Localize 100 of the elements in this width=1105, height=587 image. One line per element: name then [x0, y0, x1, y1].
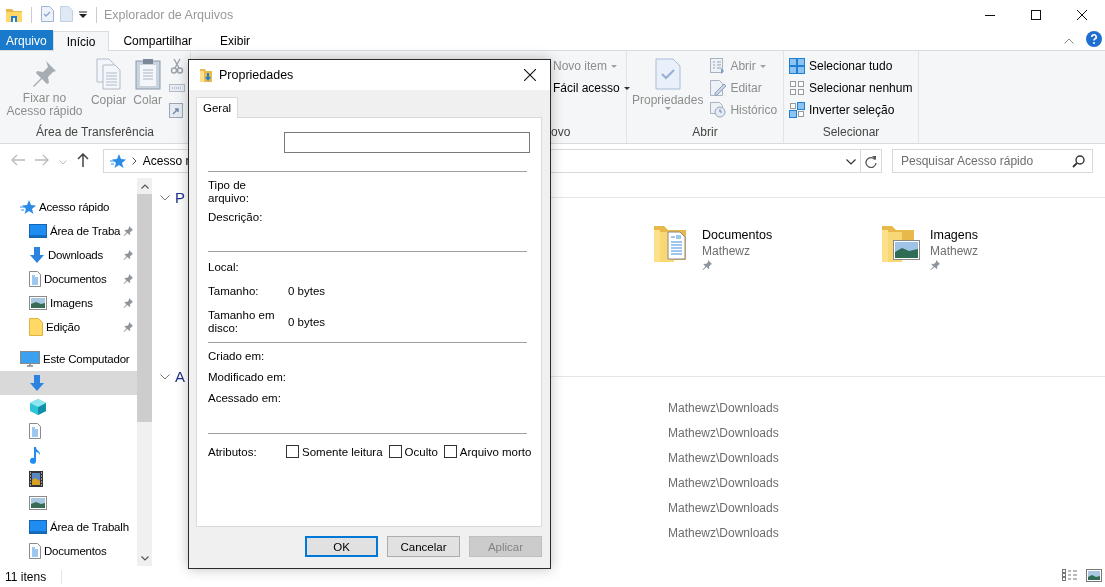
refresh-button[interactable]: [861, 149, 882, 173]
document-check-icon: [654, 58, 681, 90]
section-heading: A: [175, 367, 185, 385]
down-arrow-icon: [29, 247, 45, 263]
tree-item[interactable]: Downloads: [0, 243, 137, 267]
ribbon-button[interactable]: Fácil acesso: [551, 78, 632, 98]
close-icon: [524, 69, 536, 81]
file-location: Mathewz\Downloads: [668, 526, 779, 540]
field-label: Tamanho:: [208, 285, 260, 298]
monitor-icon: [29, 520, 47, 534]
right-arrow-icon: [35, 153, 49, 166]
caret-icon: [79, 11, 87, 19]
file-location: Mathewz\Downloads: [668, 426, 779, 440]
document-icon: [29, 423, 41, 439]
folder-owner: Mathewz: [702, 244, 752, 258]
file-location: Mathewz\Downloads: [668, 451, 779, 465]
properties-button[interactable]: [41, 5, 54, 25]
group-label: Área de Transferência: [34, 125, 156, 141]
checkbox[interactable]: [443, 445, 457, 458]
chevron-down-icon: [59, 160, 67, 165]
grid-icon: [789, 102, 805, 118]
file-location: Mathewz\Downloads: [668, 401, 779, 415]
computer-icon: [20, 351, 40, 367]
folder-icon: [29, 318, 43, 336]
help-button[interactable]: [1086, 30, 1102, 50]
down-arrow-icon: [29, 375, 45, 391]
dialog-tab[interactable]: Geral: [196, 97, 239, 118]
folder-icon: [200, 68, 212, 82]
picture-icon: [1086, 568, 1102, 582]
file-location: Mathewz\Downloads: [668, 476, 779, 490]
checkbox-label[interactable]: Arquivo morto: [459, 445, 532, 458]
document-icon: [29, 543, 41, 559]
field-label: Local:: [208, 261, 240, 274]
scrollbar-thumb[interactable]: [137, 194, 152, 422]
document-check-icon: [41, 5, 54, 22]
checkbox-label[interactable]: Somente leitura: [302, 445, 383, 458]
tree-item[interactable]: Edição: [0, 315, 137, 339]
field-label: Acessado em:: [208, 392, 282, 405]
cube-icon: [29, 398, 47, 416]
ribbon-tab[interactable]: Exibir: [206, 30, 265, 50]
group-label: Abrir: [691, 125, 719, 141]
ribbon-button[interactable]: Selecionar tudo: [787, 56, 915, 76]
scrollbar[interactable]: [137, 178, 152, 566]
folder-name[interactable]: Documentos: [702, 228, 773, 242]
ribbon-button[interactable]: Selecionar nenhum: [787, 78, 915, 98]
field-label: Atributos:: [208, 445, 258, 458]
tree-item[interactable]: Acesso rápido: [0, 195, 137, 219]
tree-item[interactable]: Imagens: [0, 291, 137, 315]
field-label: Criado em:: [208, 350, 266, 363]
group-label: Selecionar: [821, 125, 881, 141]
section-heading: P: [175, 188, 185, 206]
copy-icon: [95, 58, 122, 90]
file-location: Mathewz\Downloads: [668, 501, 779, 515]
tree-item[interactable]: Documentos: [0, 267, 137, 291]
film-icon: [29, 471, 43, 487]
tree-item[interactable]: Área de Trabalh: [0, 515, 137, 539]
file-name-field[interactable]: [284, 132, 530, 153]
pencil-page-icon: [710, 80, 727, 96]
dialog-button: Aplicar: [469, 536, 542, 557]
large-icons-view-button[interactable]: [1086, 568, 1102, 585]
search-icon: [1072, 155, 1085, 168]
chevron-down-icon: [160, 371, 170, 382]
dialog-button[interactable]: Cancelar: [387, 536, 460, 557]
music-note-icon: [29, 446, 41, 464]
field-label: Tipo de arquivo:: [208, 179, 250, 205]
search-field[interactable]: Pesquisar Acesso rápido: [892, 149, 1093, 173]
checkbox-label[interactable]: Oculto: [404, 445, 438, 458]
folder-owner: Mathewz: [930, 244, 979, 258]
ribbon-tab[interactable]: Início: [52, 31, 110, 51]
item-count: 11 itens: [5, 569, 47, 584]
chevron-down-icon: [846, 159, 857, 165]
checkbox[interactable]: [286, 445, 299, 458]
details-view-icon: [1062, 569, 1078, 581]
grid-icon: [789, 80, 805, 96]
field-label: Descrição:: [208, 211, 264, 224]
field-label: Modificado em:: [208, 371, 286, 384]
shortcut-icon: [169, 102, 183, 118]
ribbon-button[interactable]: Inverter seleção: [787, 100, 915, 120]
folder-name[interactable]: Imagens: [930, 228, 979, 242]
tree-item[interactable]: Documentos: [0, 539, 137, 563]
left-arrow-icon: [11, 153, 25, 166]
refresh-icon: [865, 154, 877, 168]
dialog-button[interactable]: OK: [305, 536, 378, 557]
checkbox[interactable]: [388, 445, 402, 458]
list-icon: [710, 58, 727, 74]
dialog-title: Propriedades: [219, 68, 294, 82]
tree-item[interactable]: Área de Traba: [0, 219, 137, 243]
up-button[interactable]: [77, 152, 89, 170]
clipboard-icon: [134, 58, 161, 90]
chevron-down-icon: [160, 192, 170, 203]
star-icon: [20, 199, 36, 215]
file-menu-tab[interactable]: Arquivo: [0, 30, 53, 50]
window-title: Explorador de Arquivos: [104, 8, 234, 22]
page-icon: [60, 5, 73, 22]
ribbon-tab[interactable]: Compartilhar: [109, 30, 207, 50]
help-icon: [1086, 30, 1102, 47]
chevron-down-icon: [140, 555, 149, 561]
clock-page-icon: [710, 102, 727, 118]
tree-item[interactable]: Este Computador: [0, 347, 137, 371]
picture-icon: [29, 496, 47, 510]
